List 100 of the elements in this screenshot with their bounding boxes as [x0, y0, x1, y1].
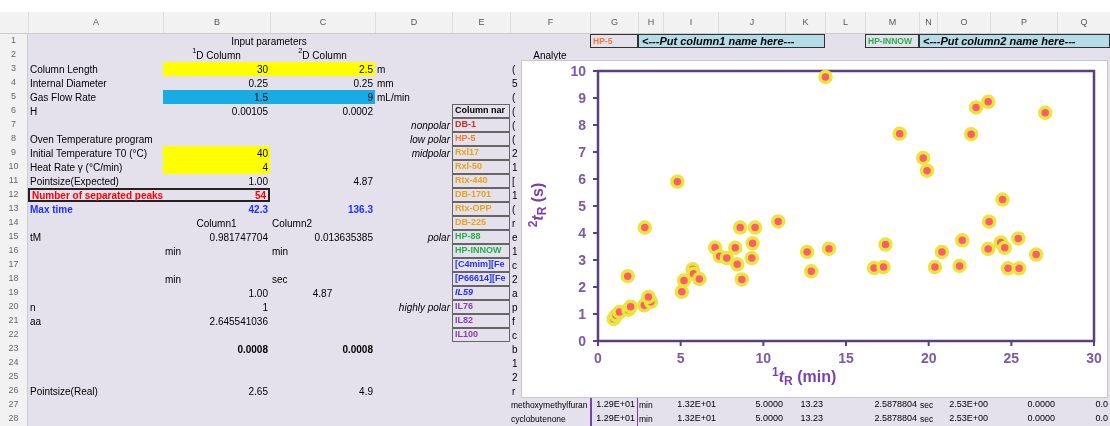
row-number: 28	[0, 412, 28, 426]
table-cell: 54	[163, 188, 270, 202]
table-cell: Rxl17	[452, 146, 510, 160]
table-cell: Column Length	[30, 62, 98, 76]
instruction-banner: <---Put column2 name here---	[919, 34, 1110, 48]
axis-tick-label: 1	[578, 306, 586, 322]
row-number: 22	[0, 328, 28, 342]
table-cell: Rtx-OPP	[452, 202, 510, 216]
table-cell: min	[165, 244, 182, 258]
table-cell: (	[512, 90, 516, 104]
table-cell-text: 0.0	[1094, 412, 1109, 426]
table-cell: mL/min	[377, 90, 410, 104]
row-number: 11	[0, 174, 28, 188]
row-number: 1	[0, 34, 28, 48]
table-cell-text: 5.0000	[754, 398, 784, 412]
table-cell-text: 0.0	[1094, 398, 1109, 412]
table-cell-text: 4.87	[352, 174, 374, 188]
row-number: 10	[0, 160, 28, 174]
table-cell: Internal Diameter	[30, 76, 107, 90]
axis-tick-label: 10	[755, 350, 772, 366]
table-cell-text: 42.3	[247, 202, 269, 216]
axis-tick-label: 5	[676, 350, 685, 366]
axis-tick-label: 9	[578, 90, 586, 106]
table-cell: 2	[512, 272, 518, 286]
table-cell: Rtx-440	[452, 174, 510, 188]
axis-tick-label: 15	[838, 350, 854, 366]
table-cell: HP-INNOW	[865, 34, 919, 48]
table-cell-text: 2.5878804	[873, 398, 918, 412]
axis-tick-label: 8	[578, 117, 586, 133]
table-cell: p	[512, 300, 518, 314]
table-cell: aa	[30, 314, 42, 328]
table-cell: IL82	[452, 314, 510, 328]
axis-tick-label: 5	[578, 198, 586, 214]
table-cell: 1.5	[163, 90, 270, 104]
table-cell: (	[512, 62, 516, 76]
table-cell: sec	[920, 398, 934, 412]
table-cell: Oven Temperature program	[30, 132, 153, 146]
row-number: 24	[0, 356, 28, 370]
table-cell: (	[512, 132, 516, 146]
table-cell-text: highly polar	[397, 300, 452, 314]
table-cell: 30	[163, 62, 270, 76]
table-cell: Initial Temperature T0 (°C)	[30, 146, 147, 160]
table-cell-text: 2.53E+00	[948, 412, 989, 426]
row-number: 4	[0, 76, 28, 90]
table-cell-text: Input parameters	[230, 34, 308, 48]
table-cell: c	[512, 258, 517, 272]
table-cell-text: 2.53E+00	[948, 398, 989, 412]
table-cell-text: 1.00	[247, 174, 269, 188]
row-number: 18	[0, 272, 28, 286]
table-cell-text: 13.23	[799, 398, 824, 412]
axis-tick-label: 6	[578, 171, 586, 187]
table-cell: HP-5	[452, 132, 510, 146]
table-cell: b	[512, 342, 518, 356]
table-cell-text: Column1	[195, 216, 238, 230]
table-cell: c	[512, 328, 517, 342]
table-cell: HP-5	[590, 34, 638, 48]
row-number: 17	[0, 258, 28, 272]
table-cell: min	[639, 412, 653, 426]
table-cell: [	[512, 174, 515, 188]
table-cell: min	[272, 244, 289, 258]
row-number: 13	[0, 202, 28, 216]
table-cell: DB-1	[452, 118, 510, 132]
table-cell-text: 0.0002	[341, 104, 374, 118]
axis-tick-label: 0	[594, 350, 602, 366]
table-cell-text: 1.32E+01	[676, 412, 717, 426]
table-cell: DB-1701	[452, 188, 510, 202]
table-cell: Gas Flow Rate	[30, 90, 97, 104]
row-number: 9	[0, 146, 28, 160]
table-cell: 40	[163, 146, 270, 160]
table-cell-text: 2.645541036	[208, 314, 269, 328]
table-cell: 2.5	[270, 62, 375, 76]
table-cell: 1	[512, 244, 518, 258]
axis-tick-label: 20	[920, 350, 937, 366]
table-cell: e	[512, 230, 518, 244]
row-number: 5	[0, 90, 28, 104]
table-cell: 5	[512, 76, 518, 90]
table-cell-text: 1.00	[247, 286, 269, 300]
table-cell: DB-225	[452, 216, 510, 230]
table-cell-text: 0.0008	[236, 342, 269, 356]
row-number: 15	[0, 230, 28, 244]
table-cell: m	[377, 62, 386, 76]
table-cell: f	[512, 314, 515, 328]
table-cell: 2	[512, 370, 518, 384]
table-cell: 1.29E+01	[590, 412, 638, 426]
table-cell-text: midpolar	[410, 146, 452, 160]
row-number: 7	[0, 118, 28, 132]
table-cell-text: 136.3	[346, 202, 374, 216]
table-cell-text: Analyte	[532, 48, 568, 62]
table-cell: IL76	[452, 300, 510, 314]
axis-tick-label: 7	[578, 144, 586, 160]
table-cell: IL100	[452, 328, 510, 342]
table-cell-text: 13.23	[799, 412, 824, 426]
row-number: 23	[0, 342, 28, 356]
table-cell: 1	[512, 188, 518, 202]
table-cell-text: 1.32E+01	[676, 398, 717, 412]
table-cell: Number of separated peaks	[28, 188, 163, 202]
table-cell-text: $^{1}$D Column	[191, 48, 241, 62]
axis-tick-label: 0	[578, 333, 586, 349]
table-cell: cyclobutenone	[511, 412, 566, 426]
table-cell: [C4mim][Fe	[452, 258, 510, 272]
